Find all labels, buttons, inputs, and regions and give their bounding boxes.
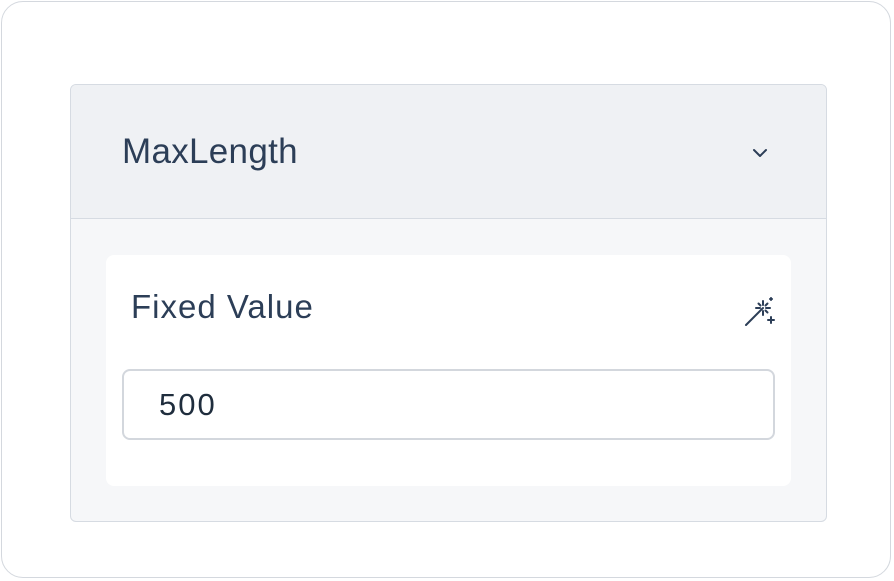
field-label: Fixed Value xyxy=(131,288,314,325)
magic-wand-icon[interactable] xyxy=(742,295,776,329)
accordion-panel: MaxLength Fixed Value xyxy=(70,84,827,522)
window-frame: MaxLength Fixed Value xyxy=(1,1,891,578)
accordion-header[interactable]: MaxLength xyxy=(71,85,826,219)
field-card: Fixed Value xyxy=(106,255,791,486)
fixed-value-input[interactable] xyxy=(122,369,775,440)
chevron-down-icon[interactable] xyxy=(748,141,772,165)
accordion-title: MaxLength xyxy=(122,132,298,171)
